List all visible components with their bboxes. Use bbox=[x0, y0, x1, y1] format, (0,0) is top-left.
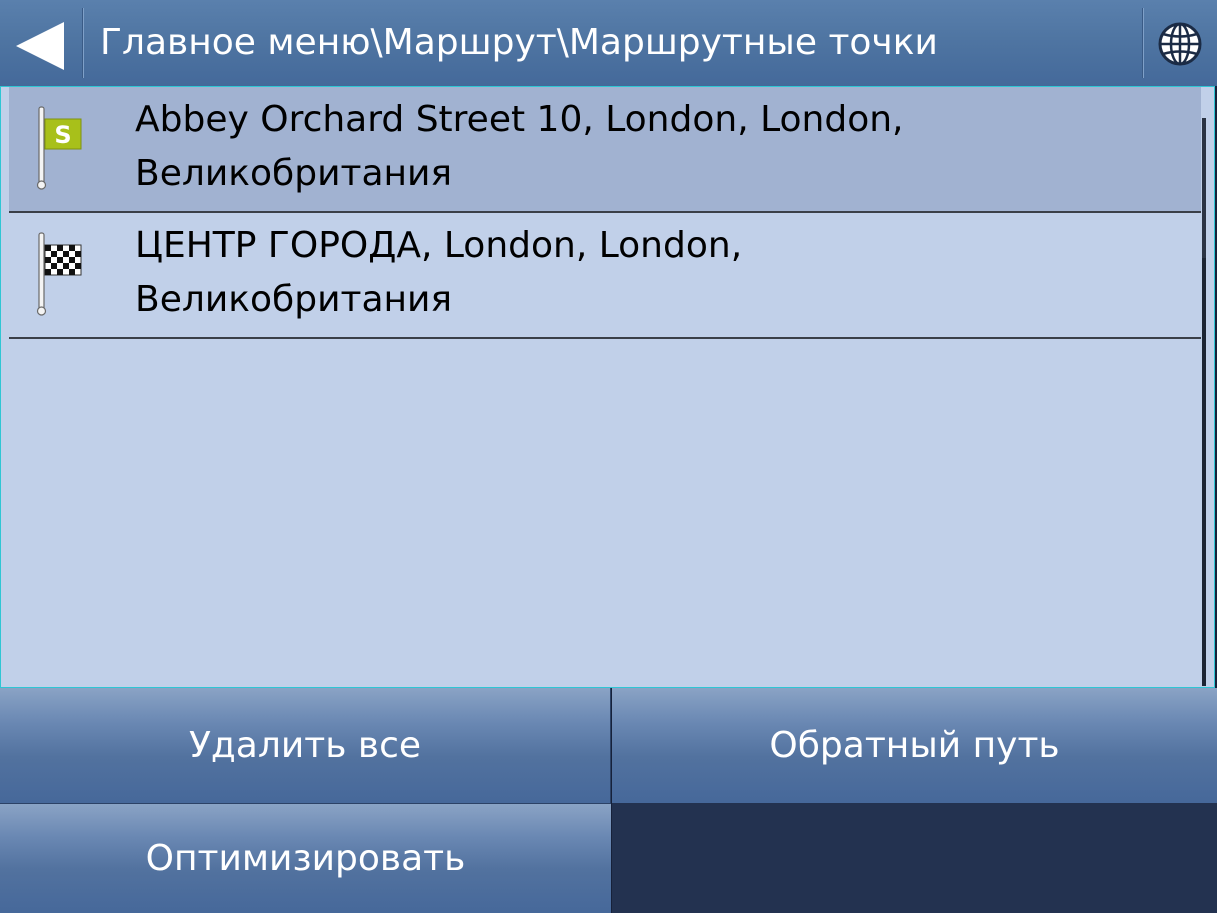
waypoint-item-finish[interactable]: ЦЕНТР ГОРОДА, London, London, Великобрит… bbox=[9, 213, 1201, 339]
optimize-button[interactable]: Оптимизировать bbox=[0, 803, 611, 913]
back-arrow-icon bbox=[16, 22, 64, 70]
waypoint-address: Abbey Orchard Street 10, London, London,… bbox=[135, 93, 1185, 201]
back-button[interactable] bbox=[0, 0, 82, 86]
empty-button-slot bbox=[612, 803, 1217, 913]
app-window: Главное меню\Маршрут\Маршрутные точки S bbox=[0, 0, 1217, 913]
waypoint-item-start[interactable]: S Abbey Orchard Street 10, London, Londo… bbox=[9, 87, 1201, 213]
finish-flag-icon bbox=[36, 232, 82, 316]
start-flag-icon: S bbox=[36, 106, 82, 190]
scroll-thumb[interactable] bbox=[1202, 118, 1206, 258]
scrollbar[interactable] bbox=[1202, 118, 1206, 686]
header-divider bbox=[82, 8, 83, 78]
globe-icon bbox=[1158, 22, 1202, 66]
waypoint-address-line1: Abbey Orchard Street 10, London, London, bbox=[135, 99, 904, 140]
reverse-route-button[interactable]: Обратный путь bbox=[612, 688, 1217, 803]
delete-all-button[interactable]: Удалить все bbox=[0, 688, 611, 803]
waypoint-list: S Abbey Orchard Street 10, London, Londo… bbox=[0, 86, 1215, 688]
breadcrumb: Главное меню\Маршрут\Маршрутные точки bbox=[100, 22, 938, 63]
waypoint-address-line2: Великобритания bbox=[135, 279, 453, 320]
start-flag-letter: S bbox=[54, 121, 71, 149]
waypoint-address-line1: ЦЕНТР ГОРОДА, London, London, bbox=[135, 225, 743, 266]
globe-button[interactable] bbox=[1143, 0, 1217, 86]
header-bar: Главное меню\Маршрут\Маршрутные точки bbox=[0, 0, 1217, 86]
waypoint-address: ЦЕНТР ГОРОДА, London, London, Великобрит… bbox=[135, 219, 1185, 327]
waypoint-address-line2: Великобритания bbox=[135, 153, 453, 194]
